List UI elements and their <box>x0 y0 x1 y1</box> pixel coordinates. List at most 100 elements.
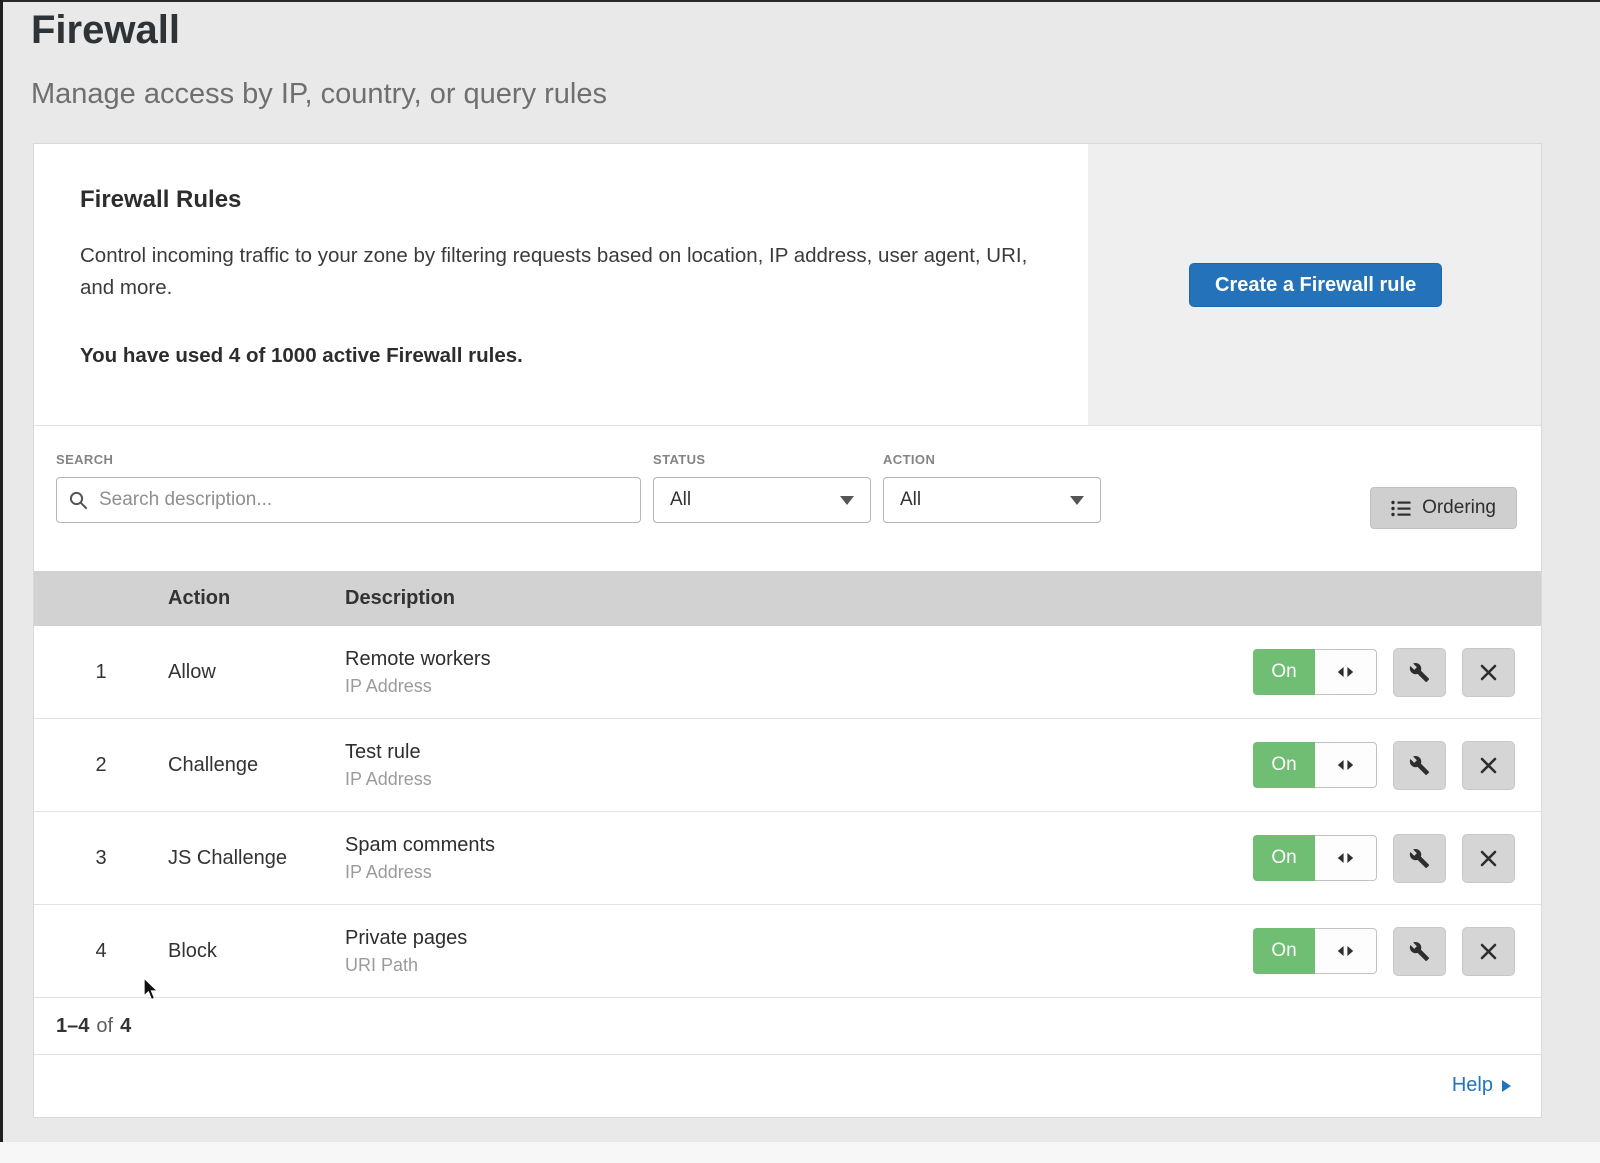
toggle-handle-icon <box>1337 759 1354 771</box>
firewall-page: Firewall Manage access by IP, country, o… <box>0 0 1600 1163</box>
rule-match-type: URI Path <box>345 955 1221 976</box>
search-icon <box>68 490 89 511</box>
card-title: Firewall Rules <box>80 186 1044 214</box>
rule-action: Allow <box>168 661 345 684</box>
status-filter-group: STATUS All <box>653 452 871 523</box>
rule-controls: On <box>1221 741 1541 790</box>
rule-description-title: Remote workers <box>345 648 1221 671</box>
edit-rule-button[interactable] <box>1393 927 1446 976</box>
wrench-icon <box>1409 755 1430 776</box>
rule-enabled-toggle[interactable]: On <box>1253 928 1377 974</box>
filter-section: SEARCH STATUS All <box>34 426 1541 571</box>
page-title: Firewall <box>31 8 180 53</box>
rules-table-body: 1 Allow Remote workers IP Address On <box>34 626 1541 998</box>
search-label: SEARCH <box>56 452 641 467</box>
wrench-icon <box>1409 848 1430 869</box>
card-header-side-panel: Create a Firewall rule <box>1088 144 1541 425</box>
screen-edge-top <box>0 0 1600 2</box>
x-icon <box>1479 756 1498 775</box>
toggle-on-label[interactable]: On <box>1253 835 1315 881</box>
firewall-rules-card: Firewall Rules Control incoming traffic … <box>33 143 1542 1118</box>
pagination-of: of <box>96 1015 113 1038</box>
ordering-button-label: Ordering <box>1422 497 1496 519</box>
table-row: 2 Challenge Test rule IP Address On <box>34 719 1541 812</box>
toggle-handle-icon <box>1337 852 1354 864</box>
rule-match-type: IP Address <box>345 862 1221 883</box>
action-select[interactable]: All <box>883 477 1101 523</box>
table-row: 1 Allow Remote workers IP Address On <box>34 626 1541 719</box>
toggle-handle-icon <box>1337 945 1354 957</box>
screen-edge-left <box>0 0 3 1163</box>
x-icon <box>1479 663 1498 682</box>
rule-description-title: Private pages <box>345 927 1221 950</box>
action-label: ACTION <box>883 452 1101 467</box>
rule-enabled-toggle[interactable]: On <box>1253 649 1377 695</box>
status-select[interactable]: All <box>653 477 871 523</box>
rule-action: Challenge <box>168 754 345 777</box>
delete-rule-button[interactable] <box>1462 834 1515 883</box>
x-icon <box>1479 942 1498 961</box>
toggle-handle[interactable] <box>1315 928 1377 974</box>
search-input[interactable] <box>56 477 641 523</box>
table-row: 3 JS Challenge Spam comments IP Address … <box>34 812 1541 905</box>
rule-number: 3 <box>34 847 168 870</box>
help-arrow-icon <box>1502 1080 1511 1092</box>
table-row: 4 Block Private pages URI Path On <box>34 905 1541 998</box>
pagination-range: 1–4 <box>56 1015 89 1038</box>
rule-controls: On <box>1221 927 1541 976</box>
card-header: Firewall Rules Control incoming traffic … <box>34 144 1541 426</box>
rule-controls: On <box>1221 834 1541 883</box>
edit-rule-button[interactable] <box>1393 834 1446 883</box>
rule-number: 2 <box>34 754 168 777</box>
toggle-handle[interactable] <box>1315 742 1377 788</box>
rule-action: Block <box>168 940 345 963</box>
pagination-bar: 1–4 of 4 <box>34 998 1541 1055</box>
edit-rule-button[interactable] <box>1393 648 1446 697</box>
chevron-down-icon <box>1070 496 1084 505</box>
rule-enabled-toggle[interactable]: On <box>1253 835 1377 881</box>
card-header-text: Firewall Rules Control incoming traffic … <box>34 144 1044 368</box>
toggle-on-label[interactable]: On <box>1253 928 1315 974</box>
rule-controls: On <box>1221 648 1541 697</box>
chevron-down-icon <box>840 496 854 505</box>
rule-enabled-toggle[interactable]: On <box>1253 742 1377 788</box>
rules-usage-text: You have used 4 of 1000 active Firewall … <box>80 344 1044 368</box>
rule-number: 1 <box>34 661 168 684</box>
help-link-label: Help <box>1452 1074 1493 1097</box>
card-description: Control incoming traffic to your zone by… <box>80 240 1030 304</box>
toggle-handle-icon <box>1337 666 1354 678</box>
search-filter-group: SEARCH <box>56 452 641 523</box>
pagination-total: 4 <box>120 1015 131 1038</box>
wrench-icon <box>1409 941 1430 962</box>
status-select-value: All <box>670 489 691 511</box>
ordering-button[interactable]: Ordering <box>1370 487 1517 529</box>
rule-description: Remote workers IP Address <box>345 648 1221 697</box>
rule-description: Spam comments IP Address <box>345 834 1221 883</box>
edit-rule-button[interactable] <box>1393 741 1446 790</box>
rule-description: Test rule IP Address <box>345 741 1221 790</box>
delete-rule-button[interactable] <box>1462 648 1515 697</box>
screen-edge-bottom <box>0 1142 1600 1163</box>
table-header: Action Description <box>34 571 1541 626</box>
toggle-handle[interactable] <box>1315 835 1377 881</box>
rule-description-title: Test rule <box>345 741 1221 764</box>
card-footer: Help <box>34 1055 1541 1116</box>
rule-match-type: IP Address <box>345 769 1221 790</box>
x-icon <box>1479 849 1498 868</box>
rule-description-title: Spam comments <box>345 834 1221 857</box>
toggle-on-label[interactable]: On <box>1253 742 1315 788</box>
delete-rule-button[interactable] <box>1462 741 1515 790</box>
help-link[interactable]: Help <box>1452 1074 1511 1097</box>
rule-match-type: IP Address <box>345 676 1221 697</box>
action-select-value: All <box>900 489 921 511</box>
toggle-on-label[interactable]: On <box>1253 649 1315 695</box>
toggle-handle[interactable] <box>1315 649 1377 695</box>
rule-action: JS Challenge <box>168 847 345 870</box>
rule-description: Private pages URI Path <box>345 927 1221 976</box>
create-firewall-rule-button[interactable]: Create a Firewall rule <box>1189 263 1442 307</box>
page-subtitle: Manage access by IP, country, or query r… <box>31 78 607 111</box>
ordered-list-icon <box>1391 500 1411 517</box>
delete-rule-button[interactable] <box>1462 927 1515 976</box>
action-column-header: Action <box>168 587 345 610</box>
action-filter-group: ACTION All <box>883 452 1101 523</box>
